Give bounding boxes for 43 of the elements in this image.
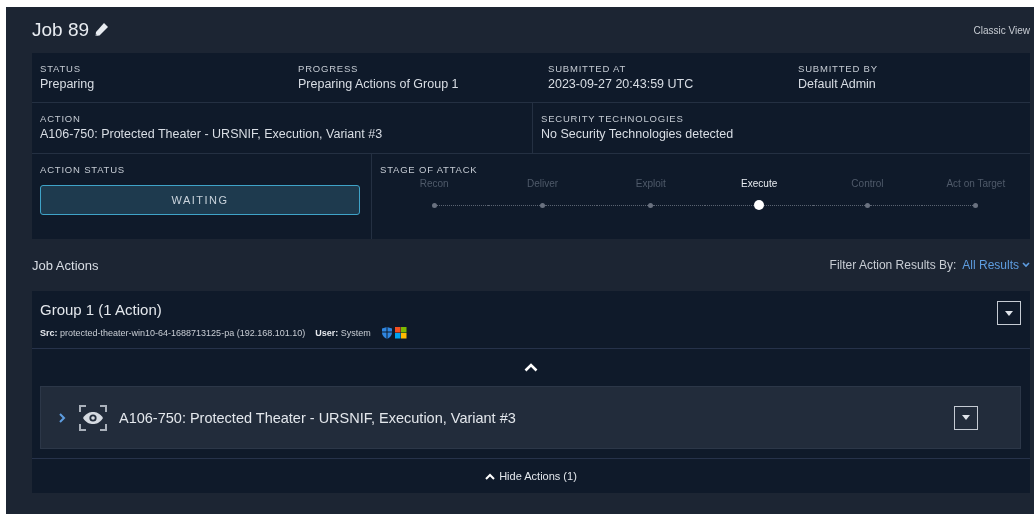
chevron-right-icon[interactable] [57, 412, 67, 423]
chevron-down-icon [1022, 262, 1030, 268]
field-label: SUBMITTED AT [548, 63, 628, 74]
filter-dropdown[interactable]: All Results [962, 258, 1030, 272]
stage-label: Deliver [526, 177, 559, 191]
field-label: ACTION [40, 113, 82, 124]
action-menu-button[interactable] [954, 405, 978, 430]
field-value: 2023-09-27 20:43:59 UTC [548, 77, 695, 91]
hide-actions-button[interactable]: Hide Actions (1) [479, 469, 583, 483]
field-value: Preparing Actions of Group 1 [298, 77, 460, 91]
stage-label: Act on Target [946, 177, 1006, 191]
pencil-icon[interactable] [93, 22, 110, 38]
caret-icon [1005, 310, 1013, 316]
chevron-up-icon [485, 472, 496, 480]
field-label: STATUS [40, 63, 82, 74]
classic-view-link[interactable]: Classic View [973, 24, 1030, 36]
stage-label: Control [851, 177, 884, 191]
field-label: PROGRESS [298, 63, 360, 74]
os-icons [380, 327, 407, 339]
stage-label: Execute [741, 177, 778, 191]
field-label: SECURITY TECHNOLOGIES [541, 113, 685, 124]
eye-icon [79, 404, 107, 431]
field-value: Preparing [40, 77, 96, 91]
action-row[interactable]: A106-750: Protected Theater - URSNIF, Execution, Variant #3 [40, 386, 1021, 449]
group-title: Group 1 (1 Action) [40, 301, 162, 318]
action-title: A106-750: Protected Theater - URSNIF, Execution, Variant #3 [119, 409, 516, 426]
stage-label: Exploit [635, 177, 666, 191]
field-value: No Security Technologies detected [541, 127, 735, 141]
field-label: ACTION STATUS [40, 164, 126, 175]
field-label: STAGE OF ATTACK [380, 164, 479, 175]
stage-label: Recon [419, 177, 449, 191]
field-value: Default Admin [798, 77, 877, 91]
section-title: Job Actions [32, 257, 99, 273]
group-menu-button[interactable] [997, 301, 1021, 325]
source-host: Src: protected-theater-win10-64-1688713125-pa (192.168.101.10) [40, 328, 306, 338]
field-label: SUBMITTED BY [798, 63, 879, 74]
caret-icon [962, 415, 970, 420]
status-badge: WAITING [40, 185, 360, 215]
chevron-up-icon[interactable] [524, 363, 538, 372]
field-value: A106-750: Protected Theater - URSNIF, Execution, Variant #3 [40, 127, 384, 141]
user-info: User: System [315, 328, 371, 338]
job-title: Job 89 [32, 19, 90, 41]
filter-label: Filter Action Results By: [829, 258, 957, 272]
